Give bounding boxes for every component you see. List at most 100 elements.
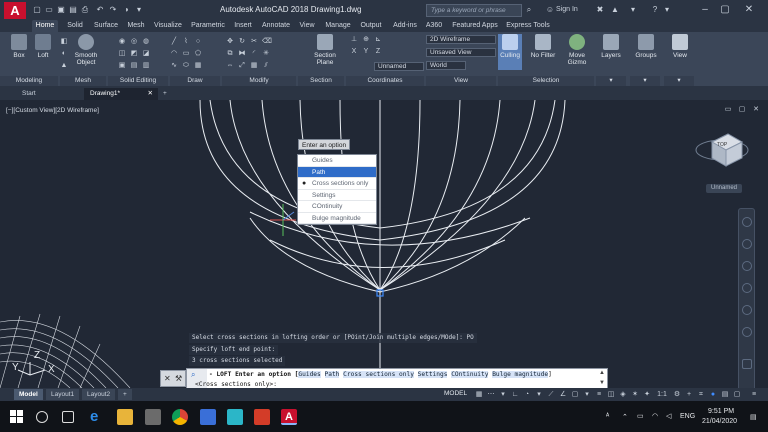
clean-screen-icon[interactable]: ▢	[733, 391, 741, 399]
sketchup-icon[interactable]	[227, 409, 243, 425]
saved-view-dropdown[interactable]: Unsaved View	[426, 48, 496, 57]
loft-button[interactable]: Loft	[32, 34, 54, 59]
task-view-icon[interactable]	[62, 411, 74, 423]
annotation-scale-icon[interactable]: ✦	[643, 391, 651, 399]
redo-icon[interactable]: ↷	[108, 5, 118, 15]
zoom-icon[interactable]	[742, 261, 752, 271]
tab-output[interactable]: Output	[357, 20, 385, 32]
panel-layers-more[interactable]: ▾	[596, 76, 626, 86]
store-icon[interactable]	[200, 409, 216, 425]
tab-drawing1[interactable]: Drawing1* ✕	[84, 88, 158, 100]
scroll-up-icon[interactable]: ▲	[599, 370, 605, 376]
windows-start-icon[interactable]	[10, 410, 24, 424]
spline-icon[interactable]: ∿	[170, 62, 178, 70]
view-button[interactable]: View	[668, 34, 692, 59]
scale-icon[interactable]: ⤢	[238, 62, 246, 70]
tab-layout2[interactable]: Layout2	[82, 389, 116, 400]
cmd-option-continuity[interactable]: COntinuity	[451, 371, 489, 378]
union-icon[interactable]: ◉	[118, 38, 126, 46]
cortana-search-icon[interactable]	[36, 411, 48, 423]
option-continuity[interactable]: COntinuity	[298, 201, 376, 213]
drawing-viewport[interactable]: Y Z X TOP [−][Custom View][2D Wireframe]…	[0, 100, 768, 388]
ortho-icon[interactable]: ∟	[511, 391, 519, 399]
undo-icon[interactable]: ↶	[95, 5, 105, 15]
mirror-icon[interactable]: ⧓	[238, 50, 246, 58]
transparency-icon[interactable]: ◫	[607, 391, 615, 399]
minimize-icon[interactable]: –	[698, 3, 712, 17]
autodesk-app-store-icon[interactable]: ✖	[595, 5, 605, 15]
units-icon[interactable]: ⌗	[697, 391, 705, 399]
autocad-logo[interactable]: A	[4, 2, 26, 19]
tab-mesh[interactable]: Mesh	[124, 20, 148, 32]
viewport-maximize-icon[interactable]: ▢	[738, 106, 746, 114]
new-tab-button[interactable]: +	[160, 88, 174, 100]
option-guides[interactable]: Guides	[298, 155, 376, 167]
panel-modeling[interactable]: Modeling	[0, 76, 58, 86]
tab-manage[interactable]: Manage	[322, 20, 354, 32]
rotate-icon[interactable]: ↻	[238, 38, 246, 46]
layers-button[interactable]: Layers	[597, 34, 625, 59]
snap-icon[interactable]: ⋯	[487, 391, 495, 399]
panel-coordinates[interactable]: Coordinates	[346, 76, 424, 86]
fillet-edges-icon[interactable]: ◩	[130, 50, 138, 58]
intersect-icon[interactable]: ◍	[142, 38, 150, 46]
tab-insert[interactable]: Insert	[230, 20, 256, 32]
tab-express-tools[interactable]: Express Tools	[505, 20, 551, 32]
edge-browser-icon[interactable]: e	[90, 409, 106, 425]
viewport-close-icon[interactable]: ✕	[752, 106, 760, 114]
stretch-icon[interactable]: ⇔	[226, 62, 234, 70]
customize-command-line-icon[interactable]: ⚒	[175, 374, 182, 383]
osnap-tracking-icon[interactable]: ∠	[559, 391, 567, 399]
tab-start[interactable]: Start	[16, 88, 72, 100]
tab-surface[interactable]: Surface	[90, 20, 122, 32]
viewport-restore-icon[interactable]: ▭	[724, 106, 732, 114]
tray-expand-icon[interactable]: ⌃	[622, 413, 628, 421]
command-line[interactable]: ⌕ - LOFT Enter an option [Guides Path Cr…	[186, 368, 608, 390]
volume-icon[interactable]: ◁	[666, 412, 671, 420]
section-plane-button[interactable]: Section Plane	[308, 34, 342, 66]
action-center-icon[interactable]: ▤	[750, 413, 757, 421]
tab-layout1[interactable]: Layout1	[46, 389, 80, 400]
tab-annotate[interactable]: Annotate	[259, 20, 293, 32]
help-icon[interactable]: ?	[650, 5, 660, 15]
close-icon[interactable]: ✕	[742, 3, 756, 17]
language-indicator[interactable]: ENG	[680, 413, 695, 420]
copy-icon[interactable]: ⧉	[226, 50, 234, 58]
a360-icon[interactable]: ▲	[610, 5, 620, 15]
tab-home[interactable]: Home	[32, 20, 58, 32]
open-file-icon[interactable]: ▭	[44, 5, 54, 15]
panel-section[interactable]: Section	[298, 76, 344, 86]
arc-icon[interactable]: ◠	[170, 50, 178, 58]
array-icon[interactable]: ▦	[250, 62, 258, 70]
ucs-origin-icon[interactable]: ⊾	[374, 36, 382, 44]
hardware-acceleration-icon[interactable]: ▤	[721, 391, 729, 399]
option-settings[interactable]: Settings	[298, 190, 376, 201]
no-filter-button[interactable]: No Filter	[528, 34, 558, 59]
close-tab-icon[interactable]: ✕	[148, 88, 153, 100]
add-icon[interactable]: +	[685, 391, 693, 399]
hatch-icon[interactable]: ▦	[194, 62, 202, 70]
tab-model[interactable]: Model	[14, 389, 43, 400]
search-input[interactable]: Type a keyword or phrase	[426, 4, 522, 17]
save-icon[interactable]: ▣	[56, 5, 66, 15]
trim-icon[interactable]: ✂	[250, 38, 258, 46]
people-icon[interactable]: ᴬ	[606, 413, 609, 420]
shell-icon[interactable]: ▣	[118, 62, 126, 70]
subtract-icon[interactable]: ◎	[130, 38, 138, 46]
cmd-option-cross-sections-only[interactable]: Cross sections only	[343, 371, 414, 378]
move-gizmo-button[interactable]: Move Gizmo	[562, 34, 592, 66]
cone-icon[interactable]: ▲	[60, 62, 68, 70]
ellipse-icon[interactable]: ⬭	[182, 62, 190, 70]
box-button[interactable]: Box	[8, 34, 30, 59]
isodraft-icon[interactable]: ⟋	[547, 391, 555, 399]
steering-wheel-icon[interactable]	[742, 217, 752, 227]
offset-icon[interactable]: ⫽	[262, 62, 270, 70]
add-layout-button[interactable]: +	[118, 389, 132, 400]
circle-icon[interactable]: ○	[194, 38, 202, 46]
exchange-icon[interactable]: ▾	[628, 5, 638, 15]
line-icon[interactable]: ╱	[170, 38, 178, 46]
sign-in-button[interactable]: Sign In	[556, 6, 578, 13]
osnap-dropdown-icon[interactable]: ▾	[583, 391, 591, 399]
ucs-z-icon[interactable]: Z	[374, 48, 382, 56]
ucs-world-icon[interactable]: ⊕	[362, 36, 370, 44]
